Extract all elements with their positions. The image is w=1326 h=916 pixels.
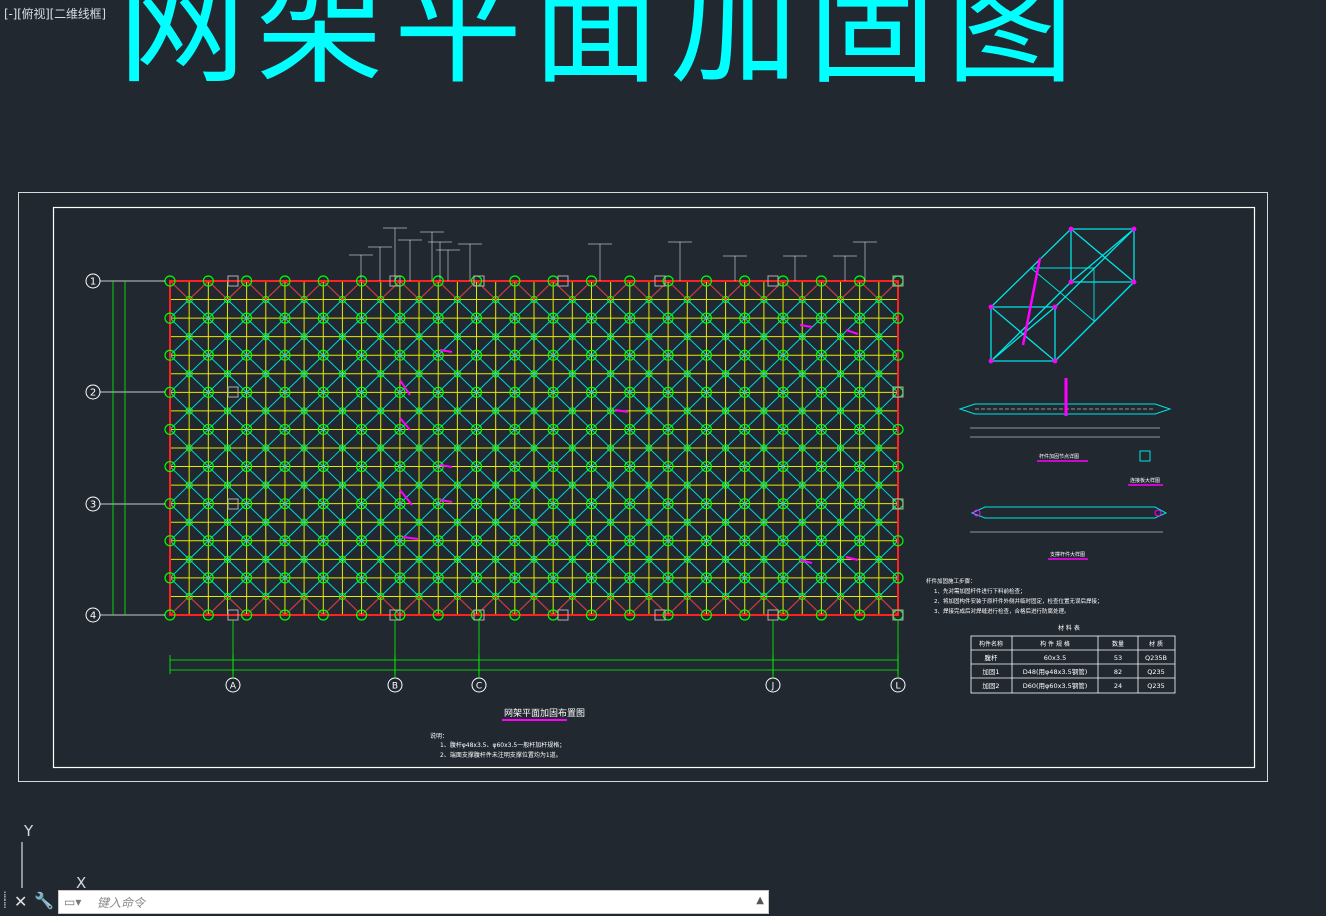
prompt-icon[interactable]: ▭▾ bbox=[64, 895, 81, 909]
table-cell: Q235 bbox=[1147, 668, 1165, 676]
table-cell: D48(用φ48x3.5钢管) bbox=[1023, 667, 1088, 676]
row-axis-label: 2 bbox=[90, 388, 96, 399]
construction-note-1: 1、先对需加固杆件进行下料前检查； bbox=[934, 587, 1026, 595]
material-table-title: 材 料 表 bbox=[1058, 624, 1080, 632]
table-cell: 腹杆 bbox=[985, 653, 999, 662]
annotation-leaders bbox=[349, 227, 877, 281]
row-axis-label: 4 bbox=[90, 611, 96, 622]
row-axis-label: 3 bbox=[90, 500, 96, 511]
row-axis-label: 1 bbox=[90, 277, 96, 288]
command-line-bar: ⁞⁞ ✕ 🔧 ▭▾ ▲ bbox=[0, 888, 770, 916]
table-header-cell: 构件名称 bbox=[979, 640, 1003, 648]
note-line-1: 1、腹杆φ48x3.5、φ60x3.5一般杆加杆规格； bbox=[440, 741, 565, 749]
rod-reinforcement-detail bbox=[958, 378, 1172, 438]
reinforced-member bbox=[439, 499, 453, 503]
grip-handle-icon[interactable]: ⁞ ⁞ bbox=[3, 890, 9, 912]
reinforced-member bbox=[845, 329, 859, 335]
table-header-cell: 构 件 规 格 bbox=[1040, 640, 1070, 648]
table-header-cell: 材 质 bbox=[1149, 640, 1163, 648]
construction-notes-title: 杆件加固施工步骤： bbox=[926, 577, 976, 585]
connector-detail-label: 连接板大样图 bbox=[1130, 477, 1160, 484]
plan-title: 网架平面加固布置图 bbox=[504, 707, 585, 719]
cad-drawing-canvas[interactable]: 1 2 3 4 A B C J L 网架平面加固布置图 说明： 1、腹杆φ48x3.5、φ60x… bbox=[0, 0, 1326, 916]
column-axis-label: C bbox=[476, 682, 482, 692]
notes-header: 说明： bbox=[430, 732, 448, 740]
close-icon[interactable]: ✕ bbox=[14, 892, 27, 911]
table-cell: Q235 bbox=[1147, 682, 1165, 690]
column-axis-label: J bbox=[771, 682, 775, 692]
table-cell: D60(用φ60x3.5钢管) bbox=[1023, 681, 1088, 690]
column-axis-label: A bbox=[230, 682, 237, 692]
column-axis-label: L bbox=[895, 682, 900, 692]
reinforced-member bbox=[614, 409, 629, 413]
connector-plate-shape bbox=[1139, 450, 1151, 462]
support-detail-label: 支撑杆件大样图 bbox=[1050, 551, 1085, 558]
table-cell: 60x3.5 bbox=[1044, 654, 1066, 662]
wrench-icon[interactable]: 🔧 bbox=[34, 891, 54, 910]
note-line-2: 2、端面支撑腹杆件未注明支撑位置均为1道。 bbox=[440, 751, 562, 759]
table-cell: 82 bbox=[1114, 668, 1122, 676]
construction-note-2: 2、将加固构件安装于原杆件外侧并临时固定，检查位置无误后焊接； bbox=[934, 597, 1103, 605]
material-table-text: 构件名称 构 件 规 格 数量 材 质腹杆 60x3.5 53 Q235B 加固1 D48(用φ… bbox=[979, 640, 1167, 690]
reinforced-member bbox=[402, 536, 419, 540]
reinforced-member bbox=[399, 489, 413, 506]
table-cell: Q235B bbox=[1145, 654, 1167, 662]
table-cell: 加固1 bbox=[982, 667, 999, 676]
command-input[interactable] bbox=[95, 893, 719, 913]
support-member-detail bbox=[970, 506, 1168, 533]
command-input-box[interactable]: ▭▾ ▲ bbox=[58, 890, 769, 914]
ucs-y-label: Y bbox=[24, 822, 34, 840]
table-cell: 53 bbox=[1114, 654, 1122, 662]
truss-plan bbox=[164, 275, 904, 621]
truss-3d-detail bbox=[990, 228, 1135, 362]
table-cell: 24 bbox=[1114, 682, 1122, 690]
column-axis-label: B bbox=[392, 682, 398, 692]
construction-note-3: 3、焊接完成后对焊缝进行检查，合格后进行防腐处理。 bbox=[934, 607, 1070, 615]
table-cell: 加固2 bbox=[982, 681, 999, 690]
table-header-cell: 数量 bbox=[1112, 640, 1124, 648]
rod-detail-label: 杆件加固节点详图 bbox=[1039, 453, 1079, 460]
chevron-up-icon[interactable]: ▲ bbox=[756, 895, 764, 906]
